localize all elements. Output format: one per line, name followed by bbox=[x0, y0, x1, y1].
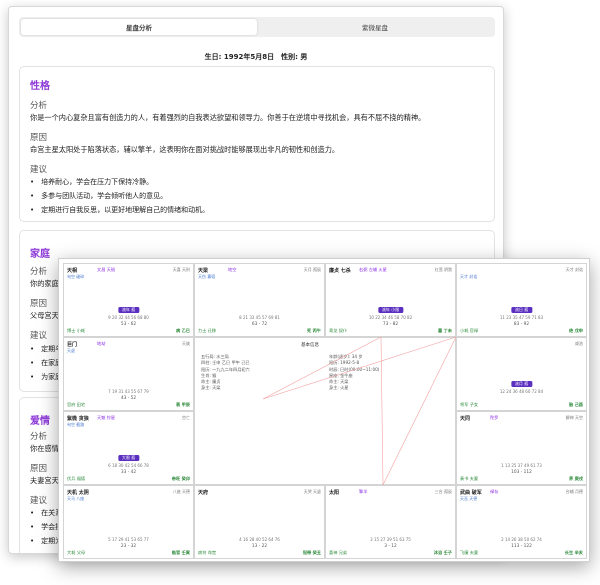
suggestion-label: 建议 bbox=[30, 331, 48, 341]
analysis-text: 你是一个内心复杂且富有创造力的人，有着强烈的自我表达欲望和领导力。你善于在逆境中… bbox=[30, 113, 426, 122]
ziwei-chart-window: 武曲 破军 禄存 天巫 天德 台辅 月德 2 14 26 38 50 62 74 113 … bbox=[58, 258, 590, 562]
connection-line bbox=[262, 336, 382, 400]
analysis-label: 分析 bbox=[30, 432, 48, 442]
card-title: 爱情 bbox=[30, 416, 50, 427]
suggestion-item: 定期进行自我反思，以更好地理解自己的情绪和动机。 bbox=[30, 205, 209, 215]
ziwei-chart-grid: 武曲 破军 禄存 天巫 天德 台辅 月德 2 14 26 38 50 62 74 113 … bbox=[63, 263, 587, 559]
tab-chart[interactable]: 紫微星盘 bbox=[257, 19, 493, 35]
card-title: 性格 bbox=[30, 81, 50, 92]
suggestion-item: 培养耐心，学会在压力下保持冷静。 bbox=[30, 177, 153, 187]
card-title: 家庭 bbox=[30, 249, 50, 260]
analysis-label: 分析 bbox=[30, 267, 48, 277]
tab-bar: 星盘分析 紫微星盘 bbox=[19, 17, 495, 37]
birth-info: 生日: 1992年5月8日 性别: 男 bbox=[204, 53, 308, 61]
suggestion-label: 建议 bbox=[30, 496, 48, 506]
connection-line bbox=[262, 336, 457, 400]
connection-line bbox=[382, 336, 457, 486]
personality-card: 性格 分析 你是一个内心复杂且富有创造力的人，有着强烈的自我表达欲望和领导力。你… bbox=[19, 66, 495, 222]
reason-text: 命宫主星太阳处于陷落状态，辅以擎羊，这表明你在面对挑战时能够展现出非凡的韧性和创… bbox=[30, 145, 340, 154]
connection-lines bbox=[262, 336, 457, 486]
reason-label: 原因 bbox=[30, 133, 48, 143]
suggestion-item: 多参与团队活动，学会倾听他人的意见。 bbox=[30, 191, 167, 201]
reason-label: 原因 bbox=[30, 299, 48, 309]
reason-label: 原因 bbox=[30, 464, 48, 474]
suggestion-label: 建议 bbox=[30, 165, 48, 175]
connection-line bbox=[380, 336, 384, 486]
analysis-label: 分析 bbox=[30, 101, 48, 111]
tab-analysis[interactable]: 星盘分析 bbox=[21, 19, 257, 35]
